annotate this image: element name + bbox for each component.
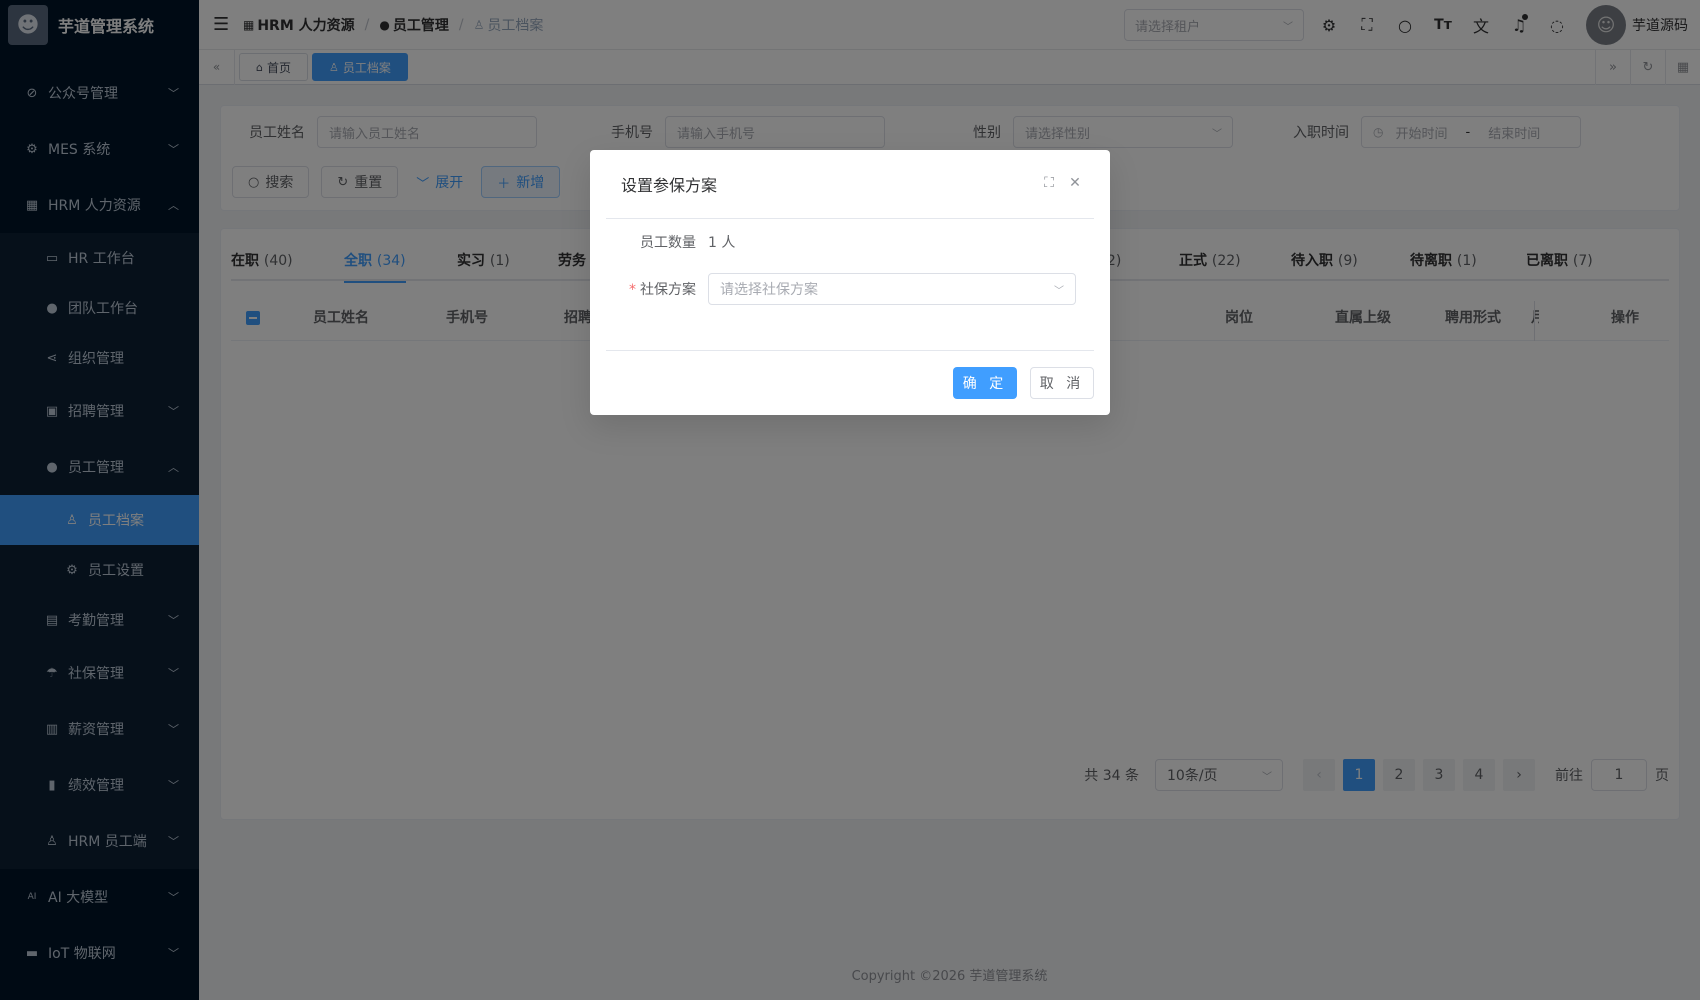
plan-label-text: 社保方案 xyxy=(640,282,696,298)
count-value: 1 人 xyxy=(708,235,736,251)
cancel-button[interactable]: 取 消 xyxy=(1030,367,1094,399)
plan-placeholder: 请选择社保方案 xyxy=(720,282,818,298)
count-label: 员工数量 xyxy=(640,235,696,251)
employee-count-row: 员工数量 1 人 xyxy=(606,232,735,252)
dialog-header: 设置参保方案 ⛶ ✕ xyxy=(606,150,1094,219)
dialog-title: 设置参保方案 xyxy=(621,176,718,195)
insurance-plan-row: * 社保方案 请选择社保方案 ﹀ xyxy=(606,273,1076,305)
close-icon[interactable]: ✕ xyxy=(1062,175,1088,191)
required-mark: * xyxy=(629,282,636,298)
insurance-plan-dialog: 设置参保方案 ⛶ ✕ 员工数量 1 人 * 社保方案 请选择社保方案 ﹀ 确 定 … xyxy=(590,150,1110,415)
confirm-button[interactable]: 确 定 xyxy=(953,367,1017,399)
insurance-plan-select[interactable]: 请选择社保方案 ﹀ xyxy=(708,273,1076,305)
fullscreen-icon[interactable]: ⛶ xyxy=(1036,175,1062,191)
dialog-tools: ⛶ ✕ xyxy=(1036,175,1088,191)
dialog-body: 员工数量 1 人 * 社保方案 请选择社保方案 ﹀ xyxy=(606,220,1094,305)
dialog-footer: 确 定 取 消 xyxy=(606,350,1094,415)
plan-label: * 社保方案 xyxy=(606,279,708,299)
chevron-down-icon: ﹀ xyxy=(1054,285,1064,297)
